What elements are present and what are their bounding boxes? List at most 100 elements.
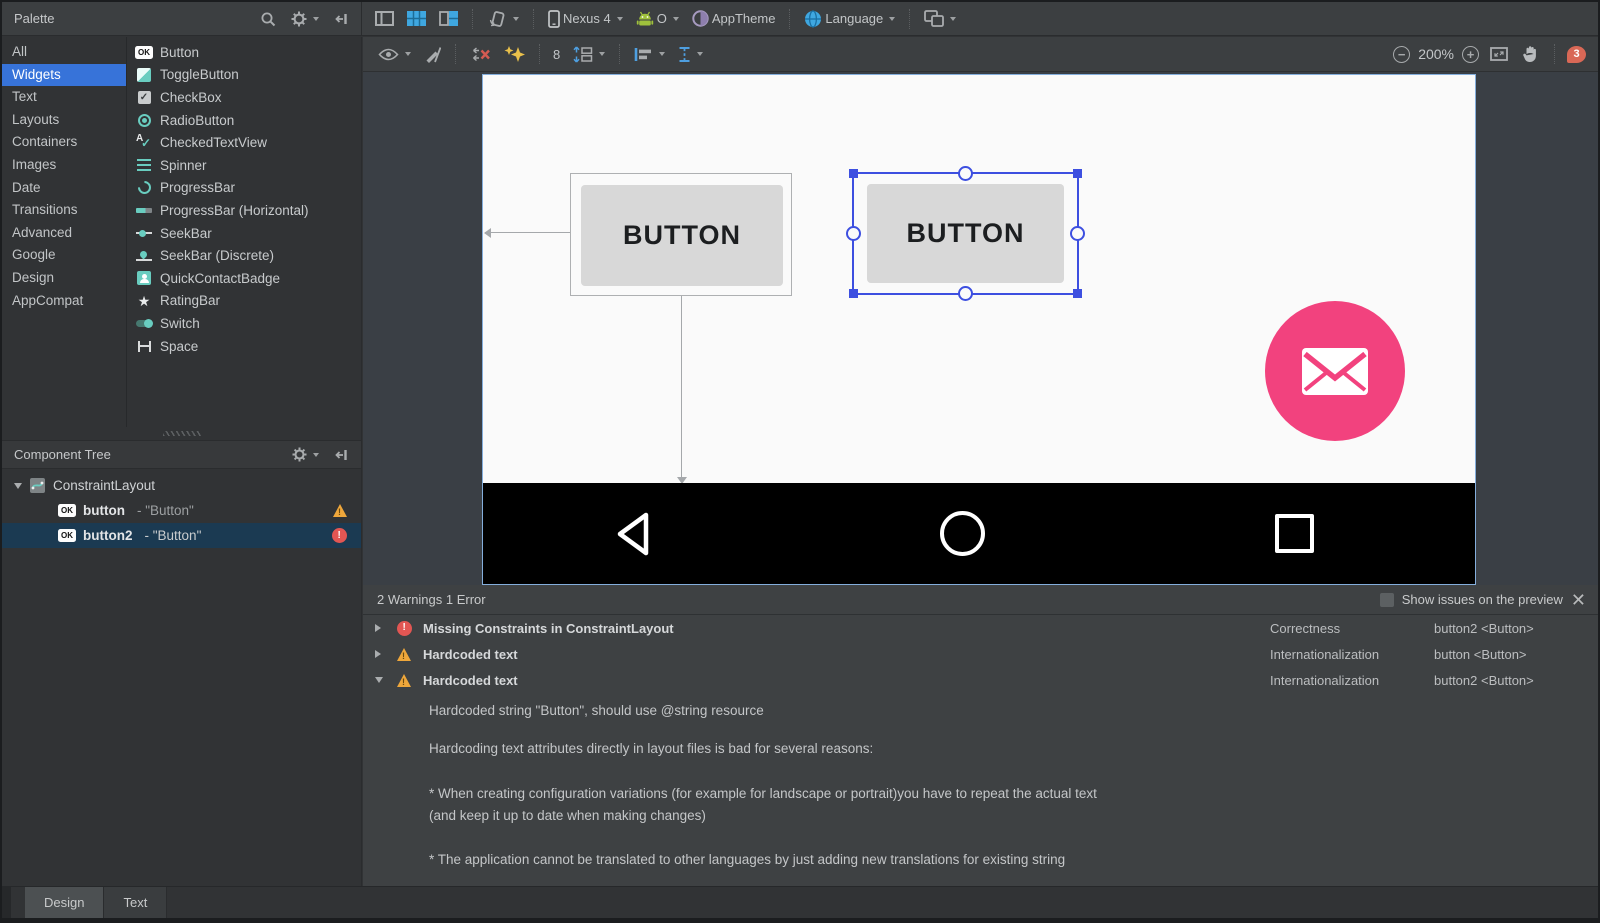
device-selector[interactable]: Nexus 4: [545, 8, 626, 30]
palette-item-ratingbar[interactable]: ★ RatingBar: [127, 290, 361, 313]
clear-constraints-button[interactable]: [467, 44, 494, 65]
language-selector[interactable]: Language: [801, 8, 898, 30]
theme-selector[interactable]: AppTheme: [689, 8, 779, 29]
palette-item-progressbar-horizontal[interactable]: ProgressBar (Horizontal): [127, 199, 361, 222]
error-count-badge[interactable]: 3: [1567, 45, 1586, 63]
issue-row-hardcoded-text-1[interactable]: Hardcoded text Internationalization butt…: [363, 641, 1598, 667]
palette-item-switch[interactable]: Switch: [127, 312, 361, 335]
design-mode-button[interactable]: [372, 9, 397, 28]
constraint-anchor-top[interactable]: [957, 166, 973, 181]
category-layouts[interactable]: Layouts: [2, 109, 126, 132]
tree-row-button2[interactable]: OK button2 - "Button": [2, 523, 361, 548]
palette-item-label: Spinner: [160, 157, 207, 173]
radiobutton-widget-icon: [135, 112, 153, 129]
palette-item-space[interactable]: Space: [127, 335, 361, 358]
tab-text[interactable]: Text: [104, 887, 168, 918]
palette-item-label: SeekBar: [160, 225, 212, 241]
palette-minimize-button[interactable]: [331, 10, 351, 28]
left-panel: All Widgets Text Layouts Containers Imag…: [2, 37, 362, 890]
palette-settings-button[interactable]: [288, 9, 322, 29]
blueprint-mode-button[interactable]: [404, 9, 429, 28]
chevron-down-icon: [405, 52, 411, 56]
category-date[interactable]: Date: [2, 177, 126, 200]
button2-selection[interactable]: BUTTON: [846, 166, 1085, 301]
palette-item-progressbar[interactable]: ProgressBar: [127, 177, 361, 200]
category-google[interactable]: Google: [2, 244, 126, 267]
orientation-button[interactable]: [484, 8, 522, 29]
view-options-button[interactable]: [375, 46, 414, 63]
component-tree-minimize-button[interactable]: [331, 446, 351, 464]
panel-splitter[interactable]: [2, 427, 361, 440]
zoom-in-button[interactable]: +: [1462, 45, 1479, 63]
resize-handle-nw[interactable]: [849, 169, 858, 178]
phone-icon: [548, 9, 560, 28]
zoom-to-fit-button[interactable]: [1487, 45, 1511, 63]
palette-search-button[interactable]: [257, 9, 279, 29]
android-navigation-bar: [483, 483, 1475, 584]
issue-row-missing-constraints[interactable]: Missing Constraints in ConstraintLayout …: [363, 615, 1598, 641]
palette-item-label: ProgressBar: [160, 180, 236, 196]
tree-row-button[interactable]: OK button - "Button": [2, 498, 361, 523]
constraint-anchor-right[interactable]: [1070, 225, 1085, 241]
autoconnect-button[interactable]: [421, 44, 444, 65]
palette-item-togglebutton[interactable]: ToggleButton: [127, 64, 361, 87]
show-issues-checkbox[interactable]: [1379, 592, 1394, 607]
palette-item-button[interactable]: OK Button: [127, 41, 361, 64]
fab-email-button[interactable]: [1265, 301, 1405, 441]
resize-handle-se[interactable]: [1073, 289, 1082, 298]
issue-source: button2 <Button>: [1434, 620, 1534, 636]
category-all[interactable]: All: [2, 41, 126, 64]
category-images[interactable]: Images: [2, 154, 126, 177]
api-level-selector[interactable]: O: [633, 9, 682, 29]
seekbar-widget-icon: [135, 225, 153, 242]
button1-bounds[interactable]: BUTTON: [570, 173, 792, 296]
palette-item-quickcontactbadge[interactable]: QuickContactBadge: [127, 267, 361, 290]
constraintlayout-icon: [30, 478, 45, 493]
resize-handle-ne[interactable]: [1073, 169, 1082, 178]
palette-item-label: ToggleButton: [160, 67, 239, 83]
palette-item-checkedtextview[interactable]: A ✓ CheckedTextView: [127, 131, 361, 154]
default-margin-value[interactable]: 8: [551, 47, 562, 62]
category-appcompat[interactable]: AppCompat: [2, 290, 126, 313]
category-text[interactable]: Text: [2, 86, 126, 109]
constraint-anchor-left[interactable]: [846, 225, 861, 241]
align-button[interactable]: [631, 45, 668, 64]
pack-selection-button[interactable]: [569, 44, 608, 65]
palette-item-label: Space: [160, 338, 199, 354]
nav-back-icon: [611, 509, 653, 559]
button2[interactable]: BUTTON: [867, 184, 1064, 283]
collapse-icon[interactable]: [375, 677, 397, 683]
preview-devices-button[interactable]: [921, 8, 959, 29]
issue-title: Missing Constraints in ConstraintLayout: [423, 620, 674, 636]
palette-item-spinner[interactable]: Spinner: [127, 154, 361, 177]
issue-row-hardcoded-text-2[interactable]: Hardcoded text Internationalization butt…: [363, 667, 1598, 693]
device-screen[interactable]: BUTTON BUTTON: [482, 74, 1476, 585]
both-mode-button[interactable]: [436, 9, 461, 28]
tool-window-corner: [2, 887, 11, 918]
palette-item-checkbox[interactable]: ✓ CheckBox: [127, 86, 361, 109]
close-icon[interactable]: ✕: [1571, 591, 1586, 609]
palette-item-radiobutton[interactable]: RadioButton: [127, 109, 361, 132]
expand-icon[interactable]: [14, 482, 22, 489]
component-tree-settings-button[interactable]: [289, 445, 322, 464]
zoom-out-button[interactable]: −: [1393, 45, 1411, 63]
category-containers[interactable]: Containers: [2, 131, 126, 154]
design-surface[interactable]: BUTTON BUTTON: [363, 72, 1598, 585]
button1[interactable]: BUTTON: [581, 185, 783, 286]
expand-icon[interactable]: [375, 624, 397, 632]
constraint-anchor-bottom[interactable]: [957, 286, 973, 301]
category-transitions[interactable]: Transitions: [2, 199, 126, 222]
category-widgets[interactable]: Widgets: [2, 63, 126, 87]
resize-handle-sw[interactable]: [849, 289, 858, 298]
guidelines-button[interactable]: [675, 44, 706, 65]
palette-item-seekbar[interactable]: SeekBar: [127, 222, 361, 245]
palette-item-seekbar-discrete[interactable]: SeekBar (Discrete): [127, 244, 361, 267]
tab-design[interactable]: Design: [25, 887, 105, 918]
api-level-label: O: [656, 11, 667, 26]
tree-row-constraintlayout[interactable]: ConstraintLayout: [2, 473, 361, 498]
infer-constraints-button[interactable]: [501, 43, 528, 66]
expand-icon[interactable]: [375, 650, 397, 658]
category-advanced[interactable]: Advanced: [2, 222, 126, 245]
pan-button[interactable]: [1519, 43, 1542, 65]
category-design[interactable]: Design: [2, 267, 126, 290]
